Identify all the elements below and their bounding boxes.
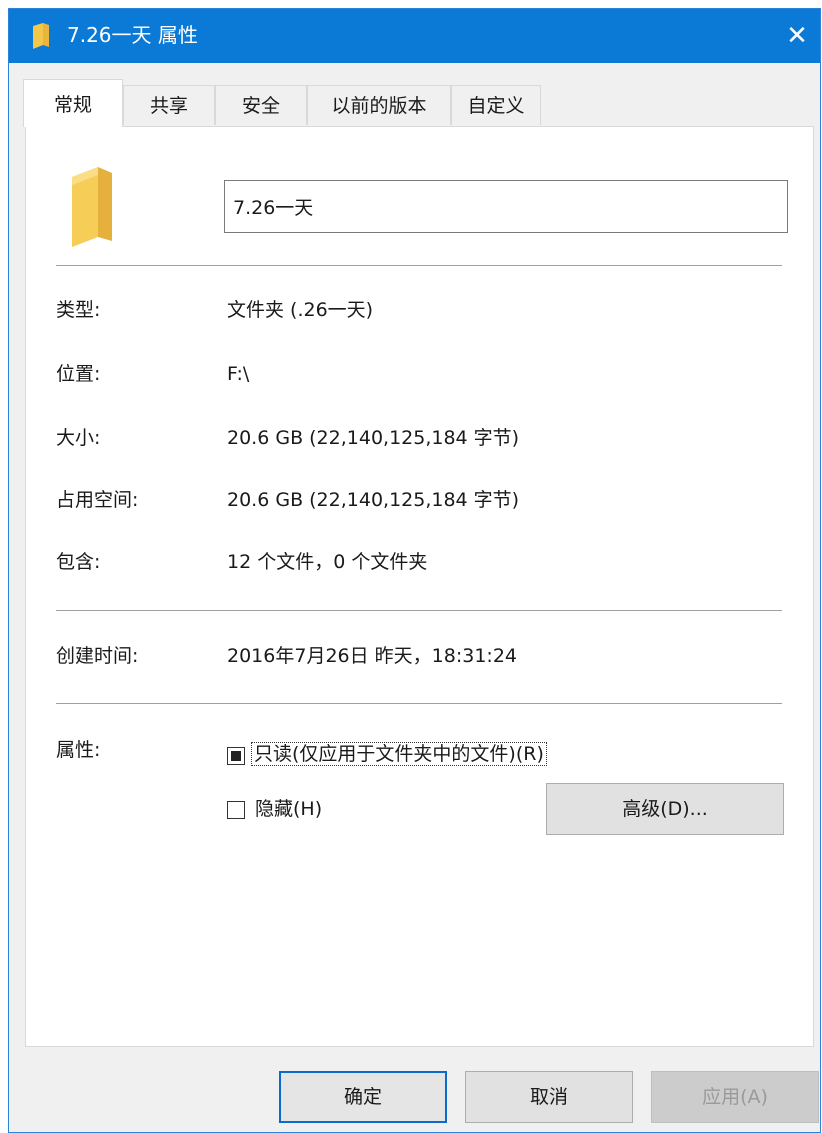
tab-previous-versions[interactable]: 以前的版本 (307, 85, 451, 125)
close-button[interactable]: ✕ (774, 9, 820, 63)
tab-security[interactable]: 安全 (215, 85, 307, 125)
tab-sharing[interactable]: 共享 (123, 85, 215, 125)
readonly-label-text: 只读(仅应用于文件夹中的文件)(R) (251, 742, 547, 766)
readonly-label[interactable]: 只读(仅应用于文件夹中的文件)(R) (251, 741, 547, 767)
separator (56, 610, 782, 611)
size-value: 20.6 GB (22,140,125,184 字节) (227, 427, 520, 449)
readonly-checkbox[interactable] (227, 747, 245, 765)
folder-icon (72, 167, 112, 247)
type-value: 文件夹 (.26一天) (227, 299, 374, 321)
tab-general[interactable]: 常规 (23, 79, 123, 127)
contains-value: 12 个文件，0 个文件夹 (227, 551, 428, 573)
separator (56, 265, 782, 266)
advanced-button[interactable]: 高级(D)... (546, 783, 784, 835)
window-title: 7.26一天 属性 (67, 23, 198, 47)
separator (56, 703, 782, 704)
contains-label: 包含: (56, 551, 101, 573)
hidden-label[interactable]: 隐藏(H) (255, 796, 322, 822)
size-on-disk-label: 占用空间: (56, 489, 139, 511)
location-value: F:\ (227, 363, 250, 385)
general-panel: 类型: 文件夹 (.26一天) 位置: F:\ 大小: 20.6 GB (22,… (25, 126, 814, 1047)
attributes-label: 属性: (56, 739, 101, 761)
location-label: 位置: (56, 363, 101, 385)
size-on-disk-value: 20.6 GB (22,140,125,184 字节) (227, 489, 520, 511)
folder-icon (33, 23, 49, 49)
properties-dialog: 7.26一天 属性 ✕ 常规 共享 安全 以前的版本 自定义 类型: 文件夹 (… (8, 8, 821, 1133)
created-label: 创建时间: (56, 645, 139, 667)
apply-button[interactable]: 应用(A) (651, 1071, 819, 1123)
type-label: 类型: (56, 299, 101, 321)
title-bar: 7.26一天 属性 ✕ (9, 9, 820, 63)
hidden-checkbox[interactable] (227, 801, 245, 819)
tab-customize[interactable]: 自定义 (451, 85, 541, 125)
name-input[interactable] (224, 180, 788, 233)
ok-button[interactable]: 确定 (279, 1071, 447, 1123)
cancel-button[interactable]: 取消 (465, 1071, 633, 1123)
size-label: 大小: (56, 427, 101, 449)
created-value: 2016年7月26日 昨天，18:31:24 (227, 645, 517, 667)
